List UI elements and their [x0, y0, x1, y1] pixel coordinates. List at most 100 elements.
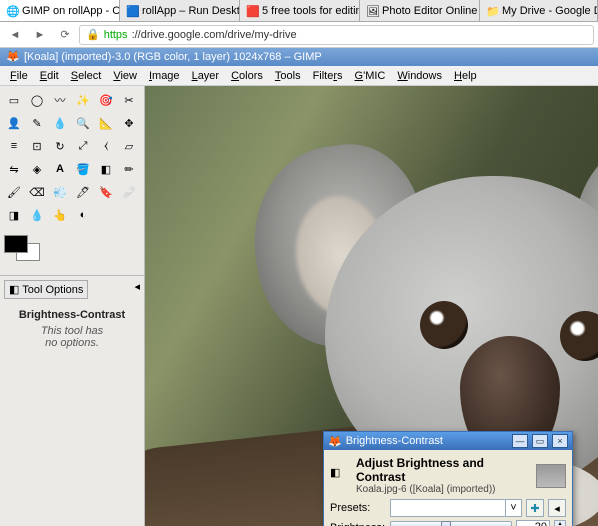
rotate-icon[interactable]: ↻ [50, 136, 70, 156]
perspective-icon[interactable]: ▱ [119, 136, 139, 156]
maximize-button[interactable]: ▭ [532, 434, 548, 448]
minimize-button[interactable]: — [512, 434, 528, 448]
reload-button[interactable]: ⟳ [54, 25, 76, 45]
tab-menu-icon[interactable]: ◂ [130, 276, 144, 297]
add-preset-button[interactable]: ✚ [526, 499, 544, 517]
brightness-value[interactable]: -20 [516, 520, 550, 526]
pencil-icon[interactable]: ✏ [119, 159, 139, 179]
dialog-header: ◧ Adjust Brightness and Contrast Koala.j… [330, 456, 566, 495]
tool-options-title: Brightness-Contrast [6, 309, 138, 321]
thumbnail [536, 464, 566, 488]
dialog-titlebar[interactable]: 🦊 Brightness-Contrast — ▭ × [324, 432, 572, 450]
ellipse-select-icon[interactable]: ◯ [27, 90, 47, 110]
wand-icon[interactable]: ✨ [73, 90, 93, 110]
color-select-icon[interactable]: 🎯 [96, 90, 116, 110]
tab-label: 5 free tools for editing im [262, 5, 360, 17]
menu-image[interactable]: Image [143, 68, 186, 84]
menu-help[interactable]: Help [448, 68, 483, 84]
forward-button[interactable]: ► [29, 25, 51, 45]
tool-options-msg: This tool hasno options. [6, 325, 138, 349]
tool-options-tab[interactable]: ◧ Tool Options [4, 280, 88, 299]
menu-edit[interactable]: Edit [34, 68, 65, 84]
blur-icon[interactable]: 💧 [27, 205, 47, 225]
cage-icon[interactable]: ◈ [27, 159, 47, 179]
flip-icon[interactable]: ⇋ [4, 159, 24, 179]
bucket-icon[interactable]: 🪣 [73, 159, 93, 179]
color-swatch[interactable] [4, 235, 44, 265]
menu-gmic[interactable]: G'MIC [349, 68, 392, 84]
eraser-icon[interactable]: ⌫ [27, 182, 47, 202]
dialog-subheading: Koala.jpg-6 ([Koala] (imported)) [356, 484, 530, 495]
foreground-icon[interactable]: 👤 [4, 113, 24, 133]
favicon-icon: 🌐 [6, 5, 18, 17]
main-area: ▭ ◯ 〰 ✨ 🎯 ✂ 👤 ✎ 💧 🔍 📐 ✥ ≡ ⊡ ↻ ⤢ ⧼ ▱ ⇋ ◈ … [0, 86, 598, 526]
browser-tab[interactable]: 🟥5 free tools for editing im× [240, 0, 360, 21]
tab-label: GIMP on rollApp - Chrom [22, 5, 120, 17]
favicon-icon: 🟦 [126, 5, 138, 17]
dialog-title-text: Brightness-Contrast [346, 435, 443, 447]
brightness-spinner[interactable]: ▴▾ [554, 520, 566, 526]
tab-label: My Drive - Google Drive [502, 5, 598, 17]
align-icon[interactable]: ≡ [4, 136, 24, 156]
blend-icon[interactable]: ◧ [96, 159, 116, 179]
browser-tab[interactable]: 📁My Drive - Google Drive× [480, 0, 598, 21]
rect-select-icon[interactable]: ▭ [4, 90, 24, 110]
clone-icon[interactable]: 🔖 [96, 182, 116, 202]
preset-menu-button[interactable]: ◂ [548, 499, 566, 517]
menu-view[interactable]: View [107, 68, 143, 84]
gimp-title-text: [Koala] (imported)-3.0 (RGB color, 1 lay… [24, 51, 322, 63]
gimp-titlebar: 🦊 [Koala] (imported)-3.0 (RGB color, 1 l… [0, 48, 598, 66]
address-input[interactable]: 🔒 https ://drive.google.com/drive/my-driv… [79, 25, 594, 45]
menu-colors[interactable]: Colors [225, 68, 269, 84]
menu-windows[interactable]: Windows [391, 68, 448, 84]
brush-icon[interactable]: 🖌 [4, 182, 24, 202]
presets-row: Presets: ˅ ✚ ◂ [330, 499, 566, 517]
menu-bar: File Edit Select View Image Layer Colors… [0, 66, 598, 86]
perspective-clone-icon[interactable]: ◨ [4, 205, 24, 225]
menu-select[interactable]: Select [65, 68, 108, 84]
dodge-icon[interactable]: ◐ [73, 205, 93, 225]
fg-color[interactable] [4, 235, 28, 253]
picker-icon[interactable]: 💧 [50, 113, 70, 133]
browser-tab[interactable]: 🖼Photo Editor Online | Fot× [360, 0, 480, 21]
close-button[interactable]: × [552, 434, 568, 448]
move-icon[interactable]: ✥ [119, 113, 139, 133]
presets-label: Presets: [330, 502, 386, 514]
zoom-icon[interactable]: 🔍 [73, 113, 93, 133]
text-icon[interactable]: A [50, 159, 70, 179]
menu-tools[interactable]: Tools [269, 68, 307, 84]
url-text: ://drive.google.com/drive/my-drive [132, 29, 297, 41]
url-scheme: https [104, 29, 128, 41]
smudge-icon[interactable]: 👆 [50, 205, 70, 225]
lasso-icon[interactable]: 〰 [50, 90, 70, 110]
crop-icon[interactable]: ⊡ [27, 136, 47, 156]
ink-icon[interactable]: 🖊 [73, 182, 93, 202]
paths-icon[interactable]: ✎ [27, 113, 47, 133]
dialog-heading: Adjust Brightness and Contrast [356, 456, 530, 484]
back-button[interactable]: ◄ [4, 25, 26, 45]
canvas[interactable]: 🦊 Brightness-Contrast — ▭ × ◧ Adjust Bri… [145, 86, 598, 526]
menu-layer[interactable]: Layer [186, 68, 226, 84]
brightness-label: Brightness: [330, 522, 386, 526]
measure-icon[interactable]: 📐 [96, 113, 116, 133]
brightness-slider[interactable] [390, 521, 512, 526]
tab-label: rollApp – Run Desktop Ap [142, 5, 240, 17]
brightness-contrast-dialog: 🦊 Brightness-Contrast — ▭ × ◧ Adjust Bri… [323, 431, 573, 526]
chevron-down-icon[interactable]: ˅ [505, 500, 521, 516]
heal-icon[interactable]: 🩹 [119, 182, 139, 202]
lock-icon: 🔒 [86, 28, 100, 41]
tab-label: Photo Editor Online | Fot [382, 5, 480, 17]
presets-combo[interactable]: ˅ [390, 499, 522, 517]
scissors-icon[interactable]: ✂ [119, 90, 139, 110]
airbrush-icon[interactable]: 💨 [50, 182, 70, 202]
brightness-row: Brightness: -20 ▴▾ [330, 520, 566, 526]
browser-tab[interactable]: 🟦rollApp – Run Desktop Ap× [120, 0, 240, 21]
favicon-icon: 📁 [486, 5, 498, 17]
menu-file[interactable]: File [4, 68, 34, 84]
tool-options-panel: Brightness-Contrast This tool hasno opti… [0, 303, 144, 355]
menu-filters[interactable]: Filters [307, 68, 349, 84]
browser-tab[interactable]: 🌐GIMP on rollApp - Chrom× [0, 0, 120, 21]
shear-icon[interactable]: ⧼ [96, 136, 116, 156]
browser-tab-bar: 🌐GIMP on rollApp - Chrom× 🟦rollApp – Run… [0, 0, 598, 22]
scale-icon[interactable]: ⤢ [73, 136, 93, 156]
